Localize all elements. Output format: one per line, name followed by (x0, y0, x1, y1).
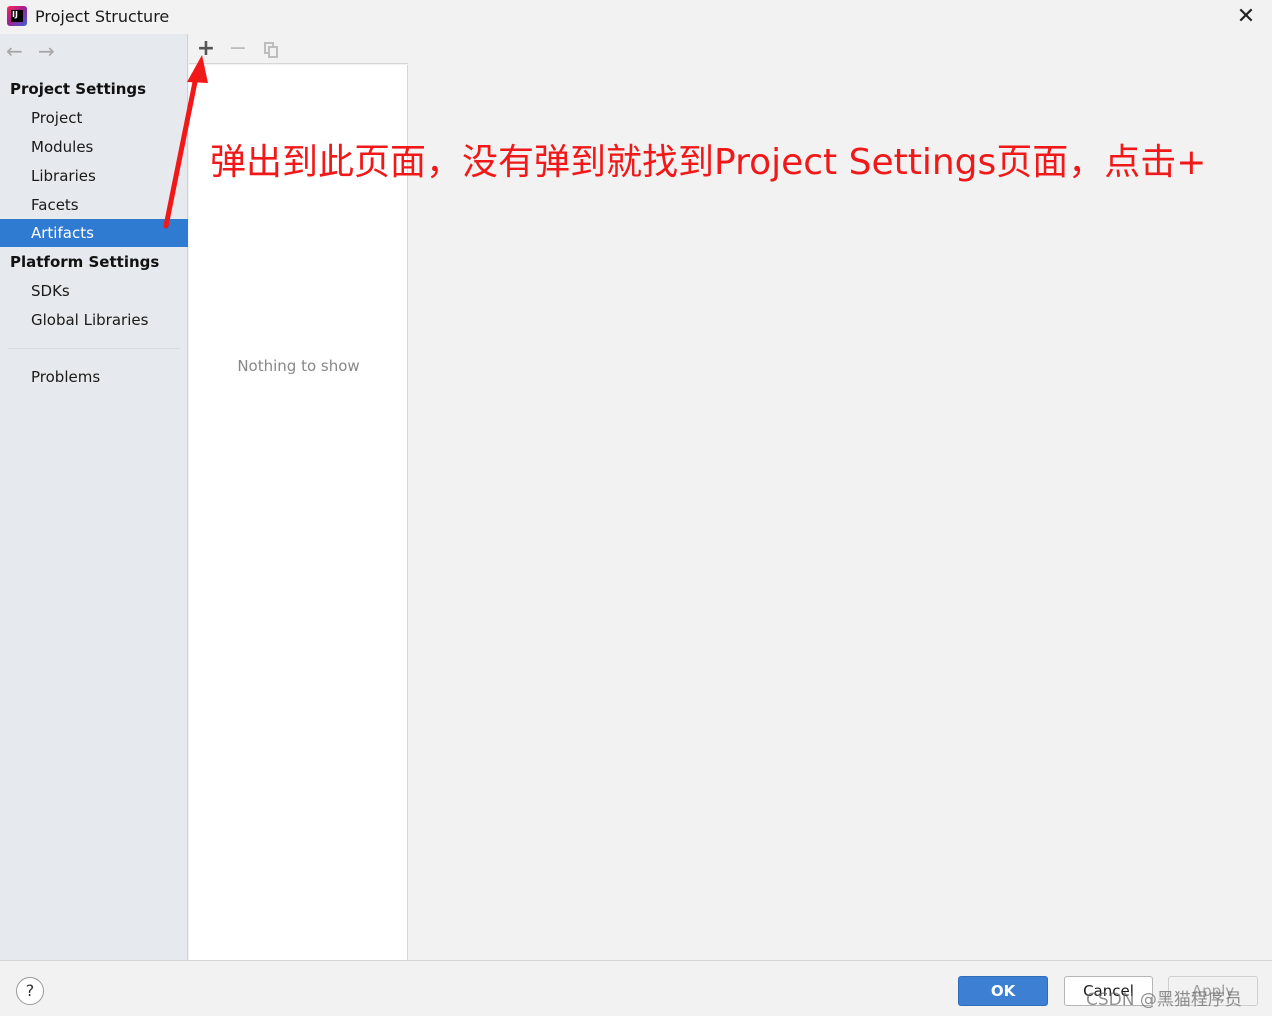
close-button[interactable]: ✕ (1232, 4, 1260, 30)
cancel-button[interactable]: Cancel (1064, 976, 1153, 1006)
sidebar-item-facets[interactable]: Facets (0, 191, 188, 219)
remove-icon[interactable]: − (226, 37, 250, 61)
intellij-app-icon: IJ (7, 6, 27, 26)
sidebar-divider (8, 348, 180, 349)
sidebar-item-libraries[interactable]: Libraries (0, 162, 188, 190)
app-icon-text: IJ (12, 10, 18, 19)
sidebar-item-artifacts[interactable]: Artifacts (0, 219, 188, 247)
sidebar-item-sdks[interactable]: SDKs (0, 277, 188, 305)
help-icon[interactable]: ? (16, 977, 44, 1005)
sidebar-item-project[interactable]: Project (0, 104, 188, 132)
title-bar: IJ Project Structure ✕ (0, 0, 1272, 34)
sidebar-item-modules[interactable]: Modules (0, 133, 188, 161)
back-arrow-icon[interactable]: ← (6, 39, 23, 63)
list-toolbar: + − (189, 34, 408, 64)
sidebar: ← → Project Settings Project Modules Lib… (0, 34, 188, 960)
project-settings-header: Project Settings (10, 80, 147, 98)
forward-arrow-icon[interactable]: → (38, 39, 55, 63)
platform-settings-header: Platform Settings (10, 253, 160, 271)
annotation-text: 弹出到此页面，没有弹到就找到Project Settings页面，点击+ (210, 142, 1207, 183)
sidebar-item-problems[interactable]: Problems (0, 363, 188, 391)
dialog-footer: ? OK Cancel Apply CSDN @黑猫程序员 (0, 960, 1272, 1016)
copy-icon[interactable] (259, 37, 283, 61)
apply-button[interactable]: Apply (1168, 976, 1258, 1006)
empty-list-text: Nothing to show (237, 357, 360, 375)
sidebar-item-global-libraries[interactable]: Global Libraries (0, 306, 188, 334)
window-title: Project Structure (35, 7, 170, 26)
artifacts-list[interactable]: Nothing to show (189, 65, 408, 960)
ok-button[interactable]: OK (958, 976, 1048, 1006)
copy-icon-front (268, 46, 278, 58)
add-icon[interactable]: + (194, 37, 218, 61)
